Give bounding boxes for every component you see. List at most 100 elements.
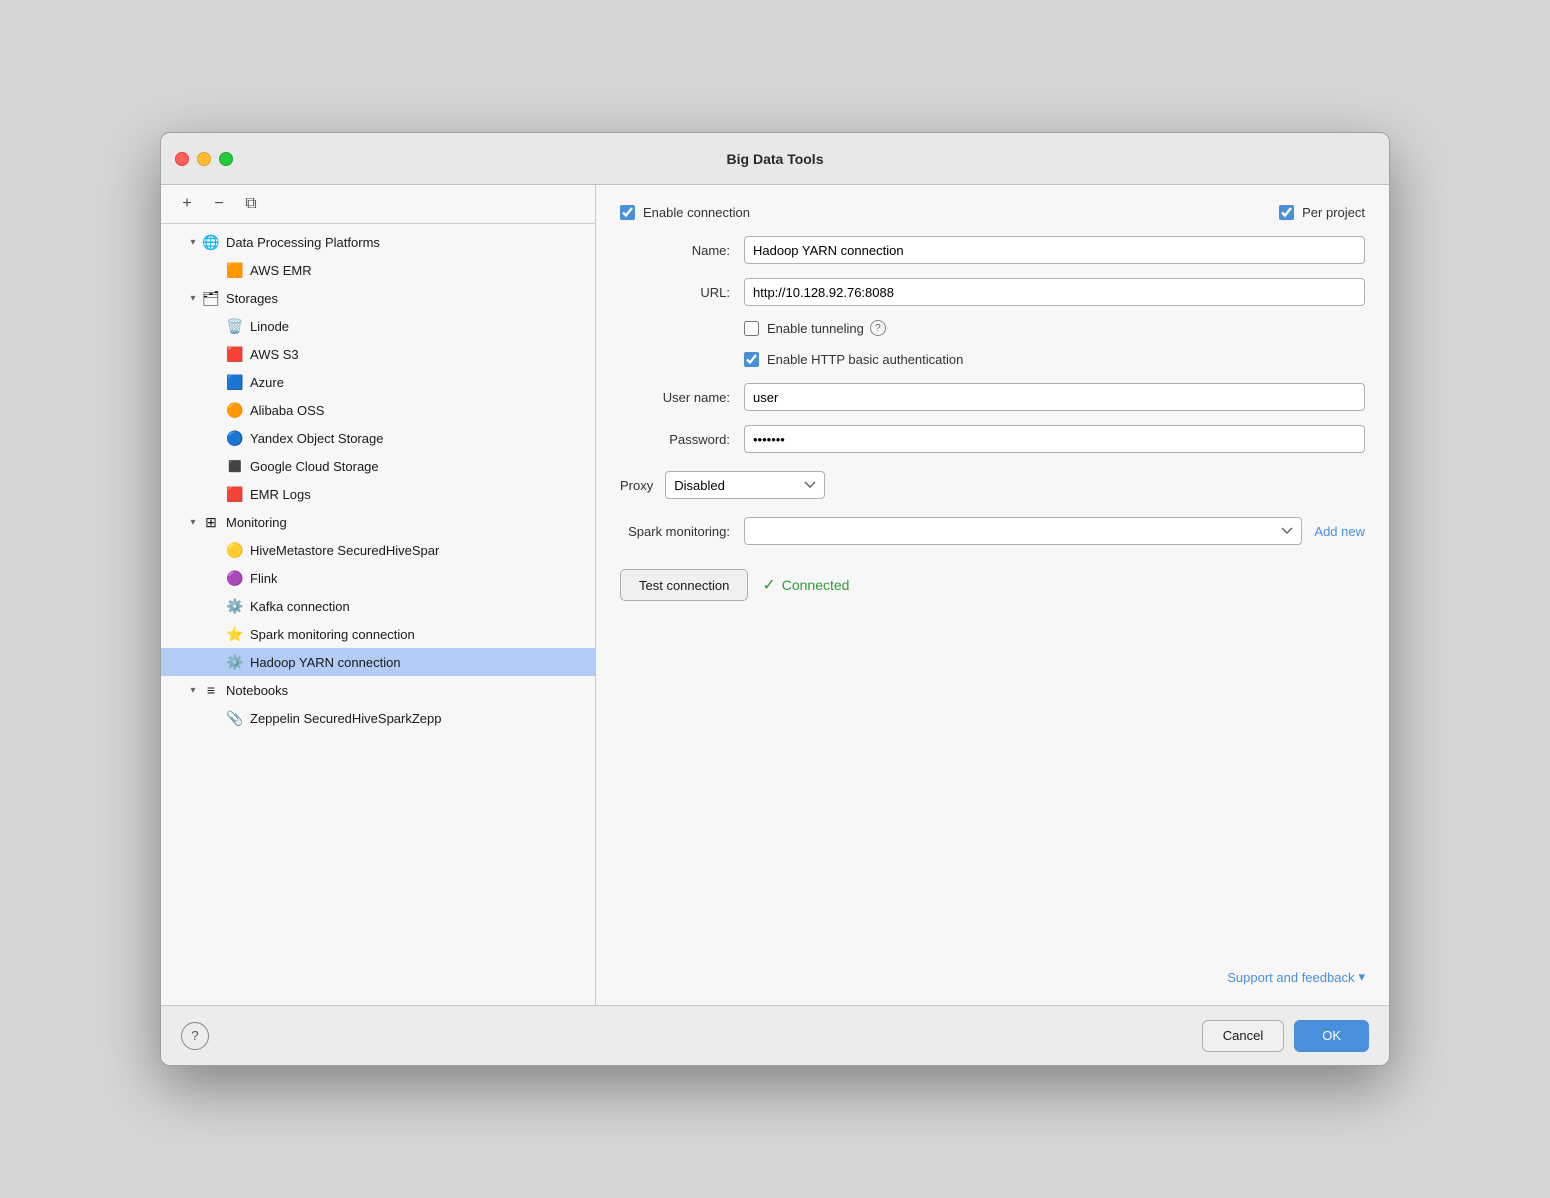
- right-panel: Per project Enable connection Name: URL:: [596, 185, 1389, 1005]
- per-project-checkbox-wrapper[interactable]: Per project: [1279, 205, 1365, 220]
- spark-monitoring-label: Spark monitoring:: [620, 524, 730, 539]
- url-input[interactable]: [744, 278, 1365, 306]
- add-new-link[interactable]: Add new: [1314, 524, 1365, 539]
- tree-item-storages[interactable]: ▾ 🗂 Storages: [161, 284, 595, 312]
- linode-icon: 🗑️: [225, 316, 245, 336]
- tree-item-label: Hadoop YARN connection: [250, 655, 401, 670]
- toggle-icon: ▾: [185, 290, 201, 306]
- tree-item-linode[interactable]: ▾ 🗑️ Linode: [161, 312, 595, 340]
- toggle-icon: ▾: [185, 234, 201, 250]
- spark-select-wrapper: [744, 517, 1302, 545]
- enable-tunneling-checkbox-wrapper[interactable]: Enable tunneling: [744, 321, 864, 336]
- tree-item-label: Monitoring: [226, 515, 287, 530]
- tree-item-label: Alibaba OSS: [250, 403, 324, 418]
- tree-item-notebooks[interactable]: ▾ ≡ Notebooks: [161, 676, 595, 704]
- enable-connection-checkbox-wrapper[interactable]: Enable connection: [620, 205, 750, 220]
- tree-item-azure[interactable]: ▾ 🟦 Azure: [161, 368, 595, 396]
- gcs-icon: ⬛: [225, 456, 245, 476]
- tree-item-data-processing-platforms[interactable]: ▾ 🌐 Data Processing Platforms: [161, 228, 595, 256]
- yandex-icon: 🔵: [225, 428, 245, 448]
- tree-item-yandex[interactable]: ▾ 🔵 Yandex Object Storage: [161, 424, 595, 452]
- remove-button[interactable]: −: [205, 193, 233, 215]
- name-label: Name:: [620, 243, 730, 258]
- cancel-button[interactable]: Cancel: [1202, 1020, 1284, 1052]
- tree-item-emr-logs[interactable]: ▾ 🟥 EMR Logs: [161, 480, 595, 508]
- spark-monitoring-row: Spark monitoring: Add new: [620, 517, 1365, 545]
- tree-item-label: Storages: [226, 291, 278, 306]
- tree: ▾ 🌐 Data Processing Platforms ▾ 🟧 AWS EM…: [161, 224, 595, 1005]
- tree-item-label: Azure: [250, 375, 284, 390]
- tree-item-label: HiveMetastore SecuredHiveSpar: [250, 543, 439, 558]
- bottom-bar: ? Cancel OK: [161, 1005, 1389, 1065]
- alibaba-icon: 🟠: [225, 400, 245, 420]
- username-input[interactable]: [744, 383, 1365, 411]
- enable-http-auth-checkbox[interactable]: [744, 352, 759, 367]
- copy-button[interactable]: ⧉: [237, 193, 265, 215]
- add-button[interactable]: +: [173, 193, 201, 215]
- password-input[interactable]: [744, 425, 1365, 453]
- username-row: User name:: [620, 383, 1365, 411]
- toggle-icon: ▾: [185, 514, 201, 530]
- tree-item-aws-s3[interactable]: ▾ 🟥 AWS S3: [161, 340, 595, 368]
- toolbar: + − ⧉: [161, 185, 595, 224]
- check-icon: ✓: [762, 575, 775, 595]
- tree-item-hadoop-yarn[interactable]: ▾ ⚙️ Hadoop YARN connection: [161, 648, 595, 676]
- enable-http-auth-checkbox-wrapper[interactable]: Enable HTTP basic authentication: [744, 352, 963, 367]
- password-label: Password:: [620, 432, 730, 447]
- enable-tunneling-label: Enable tunneling: [767, 321, 864, 336]
- storages-icon: 🗂: [201, 288, 221, 308]
- ok-button[interactable]: OK: [1294, 1020, 1369, 1052]
- tree-item-label: AWS S3: [250, 347, 299, 362]
- tree-item-label: Yandex Object Storage: [250, 431, 383, 446]
- support-feedback-link[interactable]: Support and feedback ▾: [1227, 969, 1365, 985]
- bottom-buttons: Cancel OK: [1202, 1020, 1369, 1052]
- tree-item-label: EMR Logs: [250, 487, 311, 502]
- proxy-label: Proxy: [620, 478, 653, 493]
- tree-item-hivemetastore[interactable]: ▾ 🟡 HiveMetastore SecuredHiveSpar: [161, 536, 595, 564]
- proxy-row: Proxy Disabled: [620, 471, 1365, 499]
- minimize-button[interactable]: [197, 152, 211, 166]
- tree-item-monitoring[interactable]: ▾ ⊞ Monitoring: [161, 508, 595, 536]
- per-project-checkbox[interactable]: [1279, 205, 1294, 220]
- tree-item-label: Notebooks: [226, 683, 288, 698]
- tree-item-label: Flink: [250, 571, 277, 586]
- connected-label: Connected: [782, 577, 850, 593]
- aws-emr-icon: 🟧: [225, 260, 245, 280]
- enable-connection-checkbox[interactable]: [620, 205, 635, 220]
- spark-monitoring-select[interactable]: [744, 517, 1302, 545]
- help-button[interactable]: ?: [181, 1022, 209, 1050]
- flink-icon: 🟣: [225, 568, 245, 588]
- tree-item-google-cloud-storage[interactable]: ▾ ⬛ Google Cloud Storage: [161, 452, 595, 480]
- name-input[interactable]: [744, 236, 1365, 264]
- maximize-button[interactable]: [219, 152, 233, 166]
- test-connection-row: Test connection ✓ Connected: [620, 569, 1365, 601]
- close-button[interactable]: [175, 152, 189, 166]
- tree-item-label: Data Processing Platforms: [226, 235, 380, 250]
- left-panel: + − ⧉ ▾ 🌐 Data Processing Platforms ▾ 🟧 …: [161, 185, 596, 1005]
- tree-item-label: Spark monitoring connection: [250, 627, 415, 642]
- tree-item-label: AWS EMR: [250, 263, 312, 278]
- tree-item-flink[interactable]: ▾ 🟣 Flink: [161, 564, 595, 592]
- monitoring-icon: ⊞: [201, 512, 221, 532]
- tree-item-aws-emr[interactable]: ▾ 🟧 AWS EMR: [161, 256, 595, 284]
- proxy-select[interactable]: Disabled: [665, 471, 825, 499]
- tunneling-help-icon[interactable]: ?: [870, 320, 886, 336]
- url-label: URL:: [620, 285, 730, 300]
- tree-item-spark-monitoring[interactable]: ▾ ⭐ Spark monitoring connection: [161, 620, 595, 648]
- test-connection-button[interactable]: Test connection: [620, 569, 748, 601]
- hadoop-icon: ⚙️: [225, 652, 245, 672]
- group-icon: 🌐: [201, 232, 221, 252]
- tree-item-label: Linode: [250, 319, 289, 334]
- tree-item-alibaba-oss[interactable]: ▾ 🟠 Alibaba OSS: [161, 396, 595, 424]
- aws-s3-icon: 🟥: [225, 344, 245, 364]
- enable-tunneling-checkbox[interactable]: [744, 321, 759, 336]
- support-feedback-label: Support and feedback: [1227, 970, 1354, 985]
- tree-item-kafka[interactable]: ▾ ⚙️ Kafka connection: [161, 592, 595, 620]
- notebooks-icon: ≡: [201, 680, 221, 700]
- window-title: Big Data Tools: [727, 151, 824, 167]
- tree-item-zeppelin[interactable]: ▾ 📎 Zeppelin SecuredHiveSparkZepp: [161, 704, 595, 732]
- per-project-label: Per project: [1302, 205, 1365, 220]
- password-row: Password:: [620, 425, 1365, 453]
- enable-tunneling-row: Enable tunneling ?: [744, 320, 1365, 336]
- tree-item-label: Google Cloud Storage: [250, 459, 379, 474]
